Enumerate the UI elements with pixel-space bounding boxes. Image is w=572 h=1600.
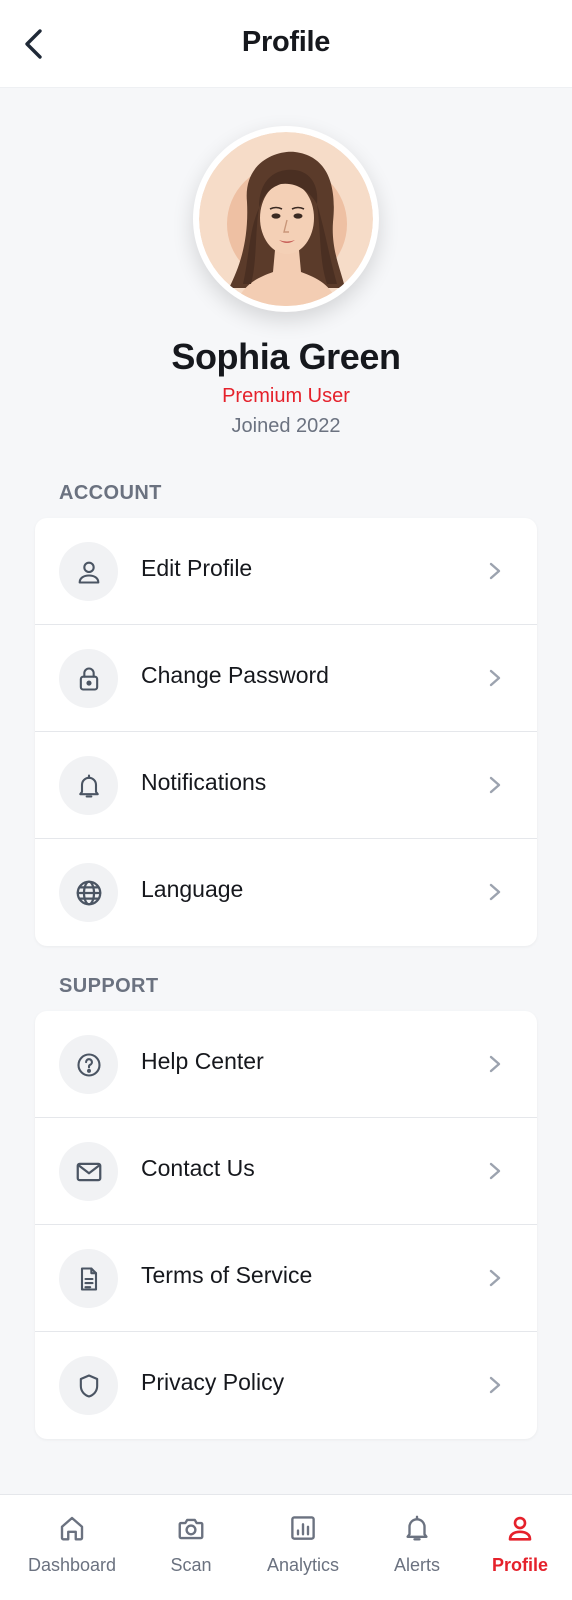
nav-label: Profile bbox=[491, 1555, 548, 1575]
page-title: Profile bbox=[241, 26, 331, 58]
lock-icon bbox=[79, 667, 98, 691]
nav-label: Dashboard bbox=[27, 1555, 117, 1575]
menu-item-label: Language bbox=[141, 876, 244, 902]
menu-item-label: Notifications bbox=[141, 769, 267, 795]
chevron-right-icon bbox=[489, 562, 501, 580]
chevron-right-icon bbox=[489, 776, 501, 794]
nav-item-analytics[interactable]: Analytics bbox=[250, 1495, 356, 1600]
menu-item-help-center[interactable]: Help Center bbox=[35, 1011, 537, 1118]
avatar[interactable] bbox=[193, 126, 379, 312]
chevron-right-icon bbox=[489, 883, 501, 901]
menu-item-label: Terms of Service bbox=[141, 1262, 313, 1288]
chevron-right-icon bbox=[489, 1269, 501, 1287]
menu-item-label: Change Password bbox=[141, 662, 329, 688]
shield-icon bbox=[79, 1373, 98, 1398]
user-icon bbox=[508, 1516, 532, 1541]
camera-icon bbox=[178, 1518, 204, 1540]
menu-item-contact-us[interactable]: Contact Us bbox=[35, 1118, 537, 1225]
joined-date: Joined 2022 bbox=[231, 415, 341, 437]
chevron-right-icon bbox=[489, 1055, 501, 1073]
nav-label: Alerts bbox=[393, 1555, 440, 1575]
chevron-right-icon bbox=[489, 1162, 501, 1180]
nav-label: Scan bbox=[170, 1555, 212, 1575]
bottom-navigation: Dashboard Scan Analytics Alerts Profile bbox=[0, 1494, 572, 1600]
chevron-right-icon bbox=[489, 669, 501, 687]
menu-item-edit-profile[interactable]: Edit Profile bbox=[35, 518, 537, 625]
home-icon bbox=[60, 1516, 84, 1541]
menu-item-label: Edit Profile bbox=[141, 555, 253, 581]
nav-item-profile[interactable]: Profile bbox=[474, 1495, 566, 1600]
membership-badge: Premium User bbox=[222, 385, 350, 407]
menu-item-terms-of-service[interactable]: Terms of Service bbox=[35, 1225, 537, 1332]
user-portrait bbox=[199, 132, 373, 306]
help-circle-icon bbox=[76, 1052, 101, 1077]
support-card: Help Center Contact Us Terms of Service bbox=[35, 1011, 537, 1439]
menu-item-notifications[interactable]: Notifications bbox=[35, 732, 537, 839]
menu-item-language[interactable]: Language bbox=[35, 839, 537, 946]
section-title-support: SUPPORT bbox=[59, 975, 159, 997]
nav-label: Analytics bbox=[266, 1555, 340, 1575]
bell-icon bbox=[406, 1515, 428, 1541]
document-icon bbox=[80, 1266, 97, 1291]
menu-item-change-password[interactable]: Change Password bbox=[35, 625, 537, 732]
menu-item-label: Contact Us bbox=[141, 1155, 255, 1181]
bar-chart-icon bbox=[291, 1516, 315, 1540]
nav-item-dashboard[interactable]: Dashboard bbox=[18, 1495, 126, 1600]
bell-icon bbox=[78, 773, 99, 798]
globe-icon bbox=[76, 880, 101, 905]
account-settings-card: Edit Profile Change Password Notificatio… bbox=[35, 518, 537, 946]
user-icon bbox=[78, 561, 99, 584]
nav-item-alerts[interactable]: Alerts bbox=[370, 1495, 464, 1600]
menu-item-privacy-policy[interactable]: Privacy Policy bbox=[35, 1332, 537, 1439]
menu-item-label: Privacy Policy bbox=[141, 1369, 285, 1395]
mail-icon bbox=[76, 1162, 101, 1181]
chevron-right-icon bbox=[489, 1376, 501, 1394]
profile-name: Sophia Green bbox=[171, 336, 401, 377]
menu-item-label: Help Center bbox=[141, 1048, 264, 1074]
nav-item-scan[interactable]: Scan bbox=[144, 1495, 238, 1600]
section-title-account: ACCOUNT bbox=[59, 482, 162, 504]
top-app-bar: Profile bbox=[0, 0, 572, 88]
